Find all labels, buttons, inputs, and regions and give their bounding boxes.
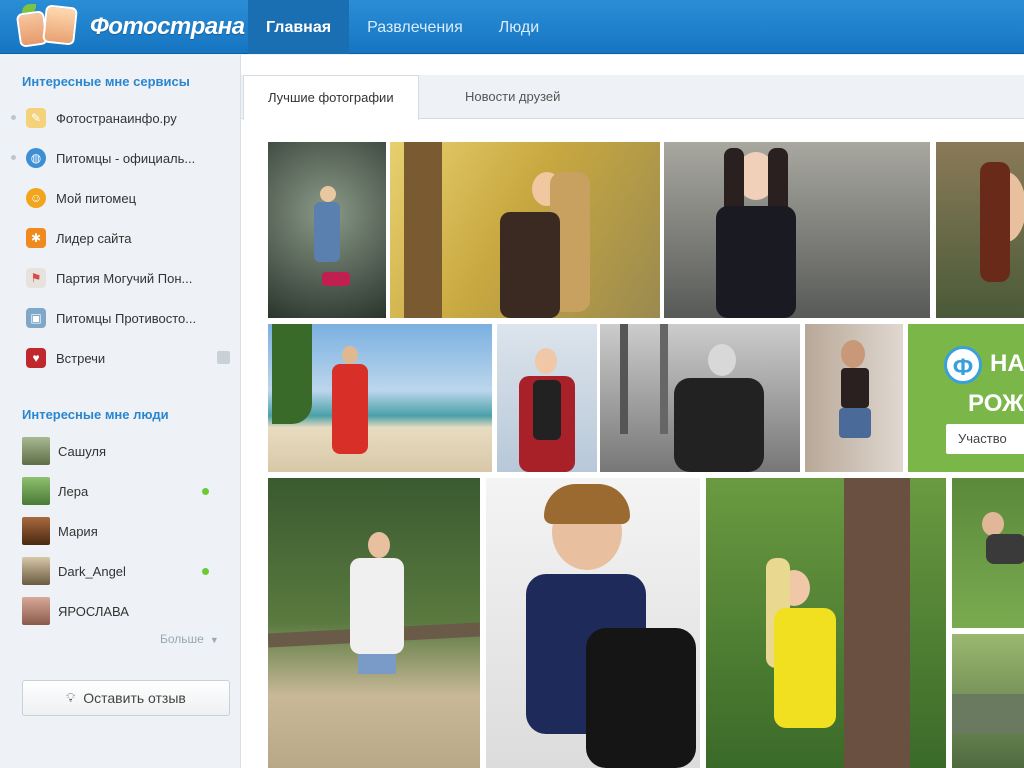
people-list: Сашуля Лера Мария Dark_Angel ЯРОСЛАВА <box>0 431 240 631</box>
star-icon: ✱ <box>26 228 46 248</box>
photo-thumbnail[interactable] <box>952 478 1024 628</box>
logo-faces-icon <box>14 2 84 52</box>
lightbulb-icon: 💡︎ <box>66 690 76 705</box>
photo-thumbnail[interactable] <box>390 142 660 318</box>
service-item[interactable]: ◍ Питомцы - официаль... <box>0 138 240 178</box>
site-logo[interactable]: Фотострана <box>14 0 245 54</box>
bullet-icon <box>11 155 16 160</box>
service-label: Питомцы Противосто... <box>56 310 197 326</box>
person-name[interactable]: Мария <box>58 524 98 539</box>
person-name[interactable]: ЯРОСЛАВА <box>58 604 129 619</box>
photo-thumbnail[interactable] <box>497 324 597 472</box>
service-label: Лидер сайта <box>56 230 132 246</box>
person-item[interactable]: ЯРОСЛАВА <box>0 591 240 631</box>
service-label: Питомцы - официаль... <box>56 150 196 166</box>
person-item[interactable]: Dark_Angel <box>0 551 240 591</box>
people-heading: Интересные мне люди <box>22 407 169 422</box>
flag-icon: ⚑ <box>26 268 46 288</box>
photo-thumbnail[interactable] <box>805 324 903 472</box>
service-item[interactable]: ☺ Мой питомец <box>0 178 240 218</box>
service-item[interactable]: ✱ Лидер сайта <box>0 218 240 258</box>
photo-thumbnail[interactable] <box>486 478 700 768</box>
person-item[interactable]: Лера <box>0 471 240 511</box>
services-list: ✎ Фотостранаинфо.ру ◍ Питомцы - официаль… <box>0 98 240 378</box>
feedback-button[interactable]: 💡︎ Оставить отзыв <box>22 680 230 716</box>
promo-text-line2: РОЖ <box>968 390 1024 417</box>
photo-thumbnail[interactable] <box>268 324 492 472</box>
avatar[interactable] <box>22 477 50 505</box>
service-label: Мой питомец <box>56 190 137 206</box>
game-icon: ▣ <box>26 308 46 328</box>
settings-icon[interactable] <box>217 351 230 364</box>
person-name[interactable]: Лера <box>58 484 88 499</box>
logo-text[interactable]: Фотострана <box>90 13 245 41</box>
promo-banner[interactable]: Ф НА РОЖ Участво <box>908 324 1024 472</box>
avatar[interactable] <box>22 557 50 585</box>
person-item[interactable]: Сашуля <box>0 431 240 471</box>
nav-item-people[interactable]: Люди <box>481 0 557 54</box>
more-people-link[interactable]: Больше ▼ <box>160 632 219 646</box>
services-heading: Интересные мне сервисы <box>22 74 190 89</box>
avatar[interactable] <box>22 597 50 625</box>
meet-icon: ♥ <box>26 348 46 368</box>
service-item[interactable]: ⚑ Партия Могучий Пон... <box>0 258 240 298</box>
feedback-label: Оставить отзыв <box>83 690 186 706</box>
photo-thumbnail[interactable] <box>664 142 930 318</box>
service-label: Фотостранаинфо.ру <box>56 110 177 126</box>
photo-thumbnail[interactable] <box>706 478 946 768</box>
service-item[interactable]: ♥ Встречи <box>0 338 240 378</box>
photo-grid: Ф НА РОЖ Участво <box>268 142 1024 768</box>
globe-icon: ◍ <box>26 148 46 168</box>
tab-friends-news[interactable]: Новости друзей <box>441 75 584 119</box>
service-label: Встречи <box>56 350 106 366</box>
person-item[interactable]: Мария <box>0 511 240 551</box>
photo-thumbnail[interactable] <box>600 324 800 472</box>
pencil-icon: ✎ <box>26 108 46 128</box>
more-label: Больше <box>160 632 204 646</box>
photo-thumbnail[interactable] <box>268 142 386 318</box>
promo-text-line1: НА <box>990 350 1024 377</box>
pet-icon: ☺ <box>26 188 46 208</box>
service-item[interactable]: ✎ Фотостранаинфо.ру <box>0 98 240 138</box>
fotostrana-logo-icon: Ф <box>944 346 982 384</box>
photo-thumbnail[interactable] <box>952 634 1024 768</box>
bullet-icon <box>11 115 16 120</box>
online-indicator <box>202 568 209 575</box>
avatar[interactable] <box>22 517 50 545</box>
nav-item-home[interactable]: Главная <box>248 0 350 54</box>
online-indicator <box>202 488 209 495</box>
main-nav: Главная Развлечения Люди <box>248 0 557 54</box>
chevron-down-icon: ▼ <box>209 635 219 645</box>
content-tabs: Лучшие фотографии Новости друзей <box>241 75 1024 120</box>
service-item[interactable]: ▣ Питомцы Противосто... <box>0 298 240 338</box>
main-content: Лучшие фотографии Новости друзей Ф НА РО… <box>240 55 1024 768</box>
photo-thumbnail[interactable] <box>268 478 480 768</box>
person-name[interactable]: Dark_Angel <box>58 564 126 579</box>
photo-thumbnail[interactable] <box>936 142 1024 318</box>
nav-item-entertainment[interactable]: Развлечения <box>349 0 481 54</box>
service-label: Партия Могучий Пон... <box>56 270 193 286</box>
sidebar: Интересные мне сервисы ✎ Фотостранаинфо.… <box>0 55 240 768</box>
top-bar: Фотострана Главная Развлечения Люди <box>0 0 1024 54</box>
promo-participate-button[interactable]: Участво <box>946 424 1024 454</box>
tab-best-photos[interactable]: Лучшие фотографии <box>243 75 419 120</box>
avatar[interactable] <box>22 437 50 465</box>
person-name[interactable]: Сашуля <box>58 444 106 459</box>
